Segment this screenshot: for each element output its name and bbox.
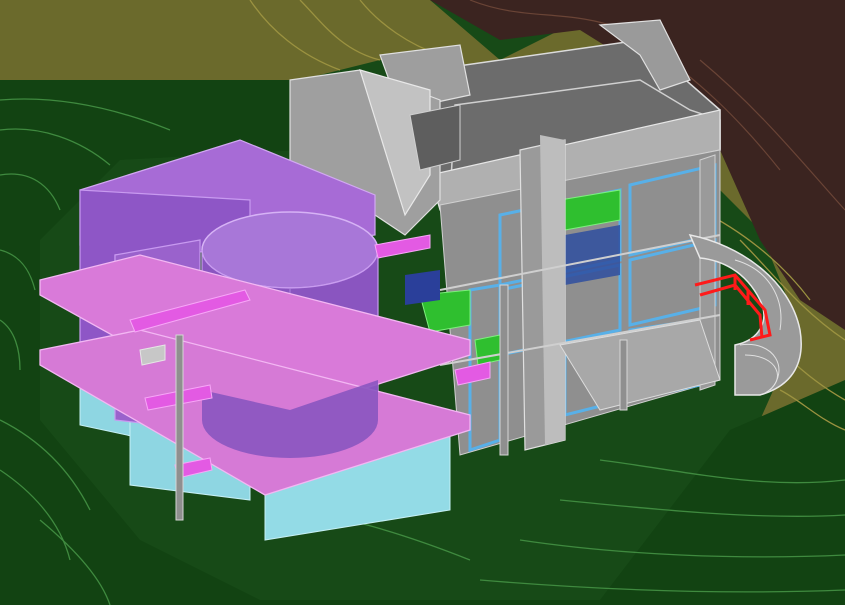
cad-viewport[interactable] [0,0,845,605]
3d-model-render [0,0,845,605]
